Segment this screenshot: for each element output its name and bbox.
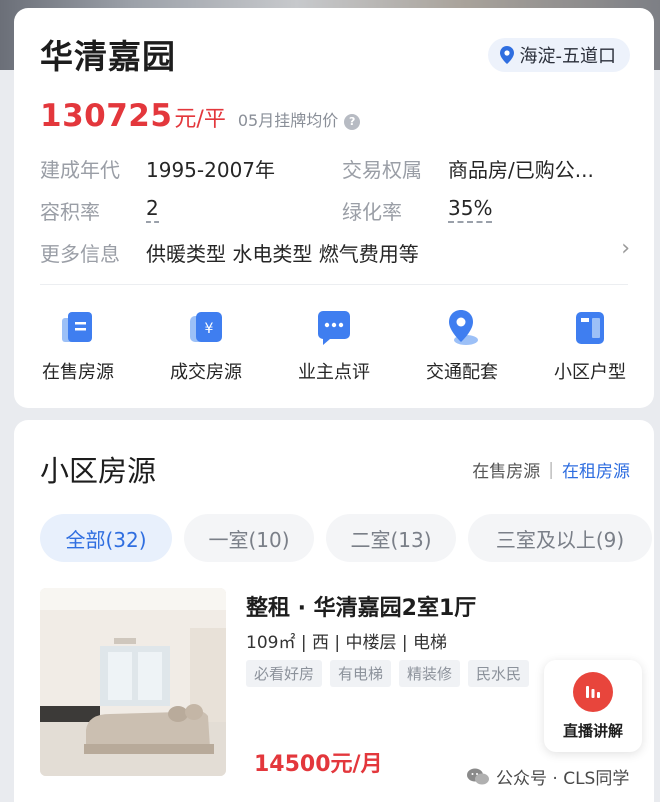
filter-two-room[interactable]: 二室(13) [326, 514, 456, 562]
link-for-sale[interactable]: 在售房源 [472, 457, 540, 482]
section-title: 小区房源 [40, 454, 157, 488]
quick-action-label: 小区户型 [554, 362, 626, 383]
build-year-value: 1995-2007年 [146, 158, 276, 182]
watermark: 公众号 · CLS同学 [466, 764, 629, 789]
listing-tag: 民水民 [468, 660, 530, 687]
listing-price: 14500元/月 [254, 752, 383, 777]
quick-action-label: 业主点评 [298, 362, 370, 383]
location-label: 海淀-五道口 [519, 46, 617, 67]
filter-three-plus[interactable]: 三室及以上(9) [468, 514, 652, 562]
plot-ratio-label: 容积率 [40, 200, 100, 224]
live-explain-button[interactable]: 直播讲解 [544, 660, 642, 752]
ownership-label: 交易权属 [342, 158, 422, 182]
quick-action-sold[interactable]: ¥ 成交房源 [146, 308, 266, 384]
listing-tags: 必看好房 有电梯 精装修 民水民 [246, 660, 530, 687]
location-icon [442, 308, 482, 348]
ownership-value: 商品房/已购公... [448, 158, 594, 182]
divider [40, 284, 628, 285]
community-card: 华清嘉园 海淀-五道口 130725 元/平 05月挂牌均价 ? 建成年代 19… [14, 8, 654, 408]
price-note: 05月挂牌均价 [237, 111, 339, 130]
doc-icon [58, 308, 98, 348]
chevron-right-icon[interactable]: › [621, 236, 630, 261]
price-row: 130725 元/平 05月挂牌均价 ? [40, 98, 361, 134]
quick-action-for-sale[interactable]: 在售房源 [18, 308, 138, 384]
more-info-label[interactable]: 更多信息 [40, 238, 120, 267]
section-links: 在售房源 | 在租房源 [472, 457, 630, 483]
listing-tag: 有电梯 [330, 660, 392, 687]
room-filters: 全部(32) 一室(10) 二室(13) 三室及以上(9) [40, 514, 652, 562]
quick-action-floorplans[interactable]: 小区户型 [530, 308, 650, 384]
listing-photo[interactable] [40, 588, 226, 776]
quick-action-reviews[interactable]: 业主点评 [274, 308, 394, 384]
location-chip[interactable]: 海淀-五道口 [487, 38, 630, 72]
quick-action-label: 交通配套 [426, 362, 498, 383]
build-year-label: 建成年代 [40, 158, 120, 182]
location-pin-icon [499, 46, 514, 64]
filter-one-room[interactable]: 一室(10) [184, 514, 314, 562]
chat-icon [314, 308, 354, 348]
listing-title[interactable]: 整租 · 华清嘉园2室1厅 [246, 590, 476, 622]
live-bars-icon [573, 672, 613, 712]
quick-action-label: 在售房源 [42, 362, 114, 383]
listing-tag: 精装修 [399, 660, 461, 687]
listing-meta: 109㎡ | 西 | 中楼层 | 电梯 [246, 633, 448, 653]
yuan-icon: ¥ [186, 308, 226, 348]
price-unit: 元/平 [174, 107, 226, 132]
quick-action-label: 成交房源 [170, 362, 242, 383]
green-rate-label: 绿化率 [342, 200, 402, 224]
plot-ratio-value[interactable]: 2 [146, 196, 159, 223]
price-value: 130725 [40, 98, 173, 134]
watermark-text: 公众号 · CLS同学 [496, 769, 630, 789]
green-rate-value[interactable]: 35% [448, 196, 493, 223]
svg-text:¥: ¥ [205, 321, 214, 337]
community-name: 华清嘉园 [40, 37, 176, 76]
help-icon[interactable]: ? [344, 114, 361, 130]
filter-all[interactable]: 全部(32) [40, 514, 172, 562]
more-info-value[interactable]: 供暖类型 水电类型 燃气费用等 [146, 238, 419, 267]
quick-action-transit[interactable]: 交通配套 [402, 308, 522, 384]
live-explain-label: 直播讲解 [562, 722, 623, 740]
wechat-icon [467, 768, 489, 784]
link-separator: | [548, 459, 554, 480]
listing-tag: 必看好房 [246, 660, 323, 687]
link-for-rent[interactable]: 在租房源 [562, 457, 630, 482]
floorplan-icon [570, 308, 610, 348]
